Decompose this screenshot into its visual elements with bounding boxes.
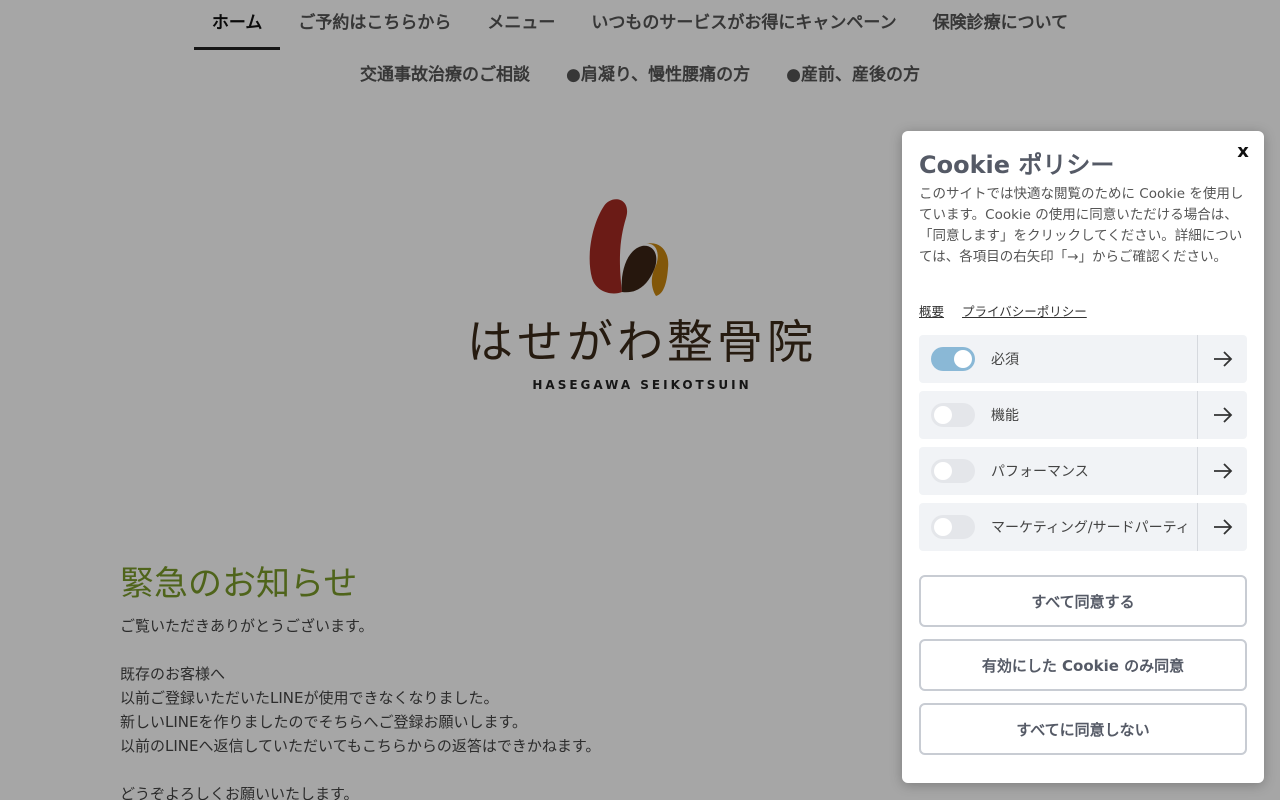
cookie-policy-dialog: x Cookie ポリシー このサイトでは快適な閲覧のために Cookie を使… <box>902 131 1264 783</box>
overview-link[interactable]: 概要 <box>919 304 944 319</box>
arrow-right-icon[interactable] <box>1197 447 1247 495</box>
arrow-right-icon[interactable] <box>1197 503 1247 551</box>
cookie-category-label: 必須 <box>991 352 1019 368</box>
reject-all-button[interactable]: すべてに同意しない <box>919 703 1247 755</box>
arrow-right-icon[interactable] <box>1197 335 1247 383</box>
cookie-links: 概要 プライバシーポリシー <box>919 301 1101 320</box>
cookie-category-label: パフォーマンス <box>991 464 1089 480</box>
cookie-category-performance: パフォーマンス <box>919 447 1247 495</box>
cookie-category-required: 必須 <box>919 335 1247 383</box>
toggle-functional[interactable] <box>931 403 975 427</box>
arrow-right-icon[interactable] <box>1197 391 1247 439</box>
cookie-dialog-description: このサイトでは快適な閲覧のために Cookie を使用しています。Cookie … <box>919 186 1244 265</box>
privacy-policy-link[interactable]: プライバシーポリシー <box>962 304 1087 319</box>
cookie-category-marketing: マーケティング/サードパーティ <box>919 503 1247 551</box>
toggle-marketing[interactable] <box>931 515 975 539</box>
toggle-performance[interactable] <box>931 459 975 483</box>
cookie-category-label: マーケティング/サードパーティ <box>991 520 1190 536</box>
toggle-required[interactable] <box>931 347 975 371</box>
cookie-category-functional: 機能 <box>919 391 1247 439</box>
close-icon[interactable]: x <box>1234 141 1252 162</box>
cookie-category-label: 機能 <box>991 408 1019 424</box>
accept-selected-button[interactable]: 有効にした Cookie のみ同意 <box>919 639 1247 691</box>
accept-all-button[interactable]: すべて同意する <box>919 575 1247 627</box>
cookie-dialog-title: Cookie ポリシー <box>919 151 1115 179</box>
